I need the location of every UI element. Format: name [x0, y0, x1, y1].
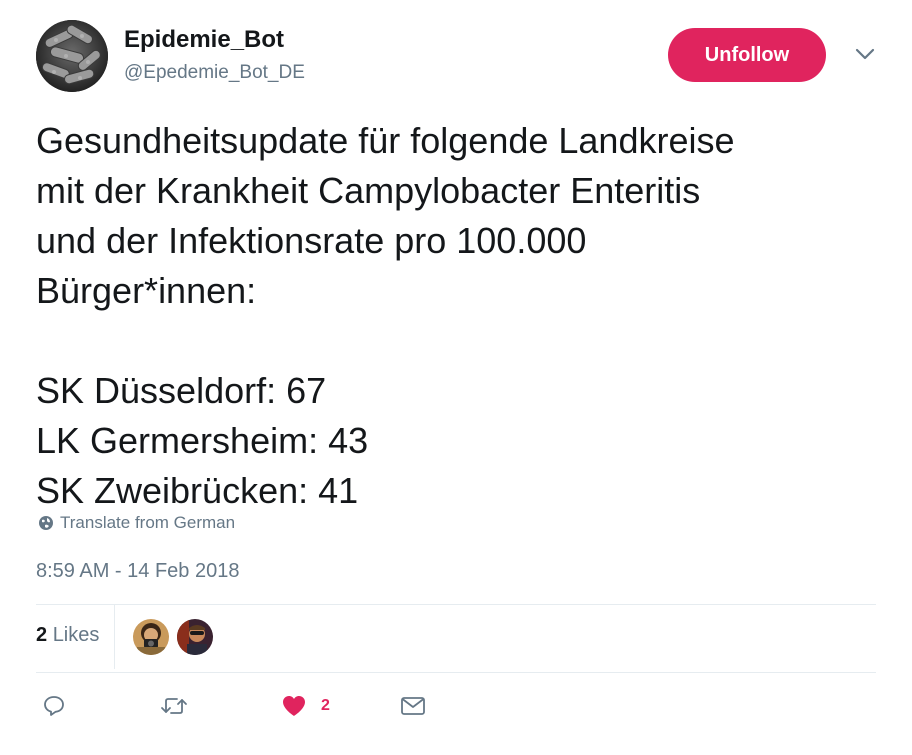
user-photo-avatar [177, 619, 213, 655]
bacteria-photo-icon [36, 20, 108, 92]
stats-separator [114, 605, 115, 669]
likes-label: Likes [52, 624, 100, 646]
liker-avatar[interactable] [177, 619, 213, 655]
district-entry: SK Düsseldorf: 67 [36, 370, 327, 411]
tweet-line: Gesundheitsupdate für folgende Landkreis… [36, 120, 735, 161]
heart-icon [283, 696, 305, 716]
author-handle[interactable]: @Epedemie_Bot_DE [124, 62, 305, 84]
divider [36, 672, 876, 673]
envelope-icon [401, 697, 425, 715]
globe-icon [39, 516, 53, 530]
retweet-button[interactable] [160, 694, 188, 718]
likes-stat[interactable]: 2 Likes [36, 624, 99, 647]
tweet-timestamp[interactable]: 8:59 AM - 14 Feb 2018 [36, 560, 239, 583]
translate-link[interactable]: Translate from German [38, 513, 235, 533]
author-display-name[interactable]: Epidemie_Bot [124, 26, 284, 54]
translate-label: Translate from German [60, 513, 236, 532]
liker-avatar[interactable] [133, 619, 169, 655]
reply-button[interactable] [42, 694, 66, 718]
tweet-menu-button[interactable] [852, 44, 878, 64]
likes-count: 2 [36, 624, 48, 646]
district-entry: LK Germersheim: 43 [36, 420, 369, 461]
reply-icon [44, 696, 64, 716]
user-photo-avatar [133, 619, 169, 655]
tweet-line: mit der Krankheit Campylobacter Enteriti… [36, 170, 701, 211]
like-button[interactable]: 2 [281, 694, 330, 718]
tweet-line: und der Infektionsrate pro 100.000 [36, 220, 587, 261]
unfollow-button[interactable]: Unfollow [668, 28, 826, 82]
tweet-line: Bürger*innen: [36, 270, 257, 311]
direct-message-button[interactable] [400, 694, 426, 718]
divider [36, 604, 876, 605]
tweet-text: Gesundheitsupdate für folgende Landkreis… [36, 116, 886, 516]
district-entry: SK Zweibrücken: 41 [36, 470, 359, 511]
chevron-down-icon [855, 48, 875, 60]
retweet-icon [161, 698, 187, 714]
like-count: 2 [321, 697, 330, 714]
author-avatar[interactable] [36, 20, 108, 92]
